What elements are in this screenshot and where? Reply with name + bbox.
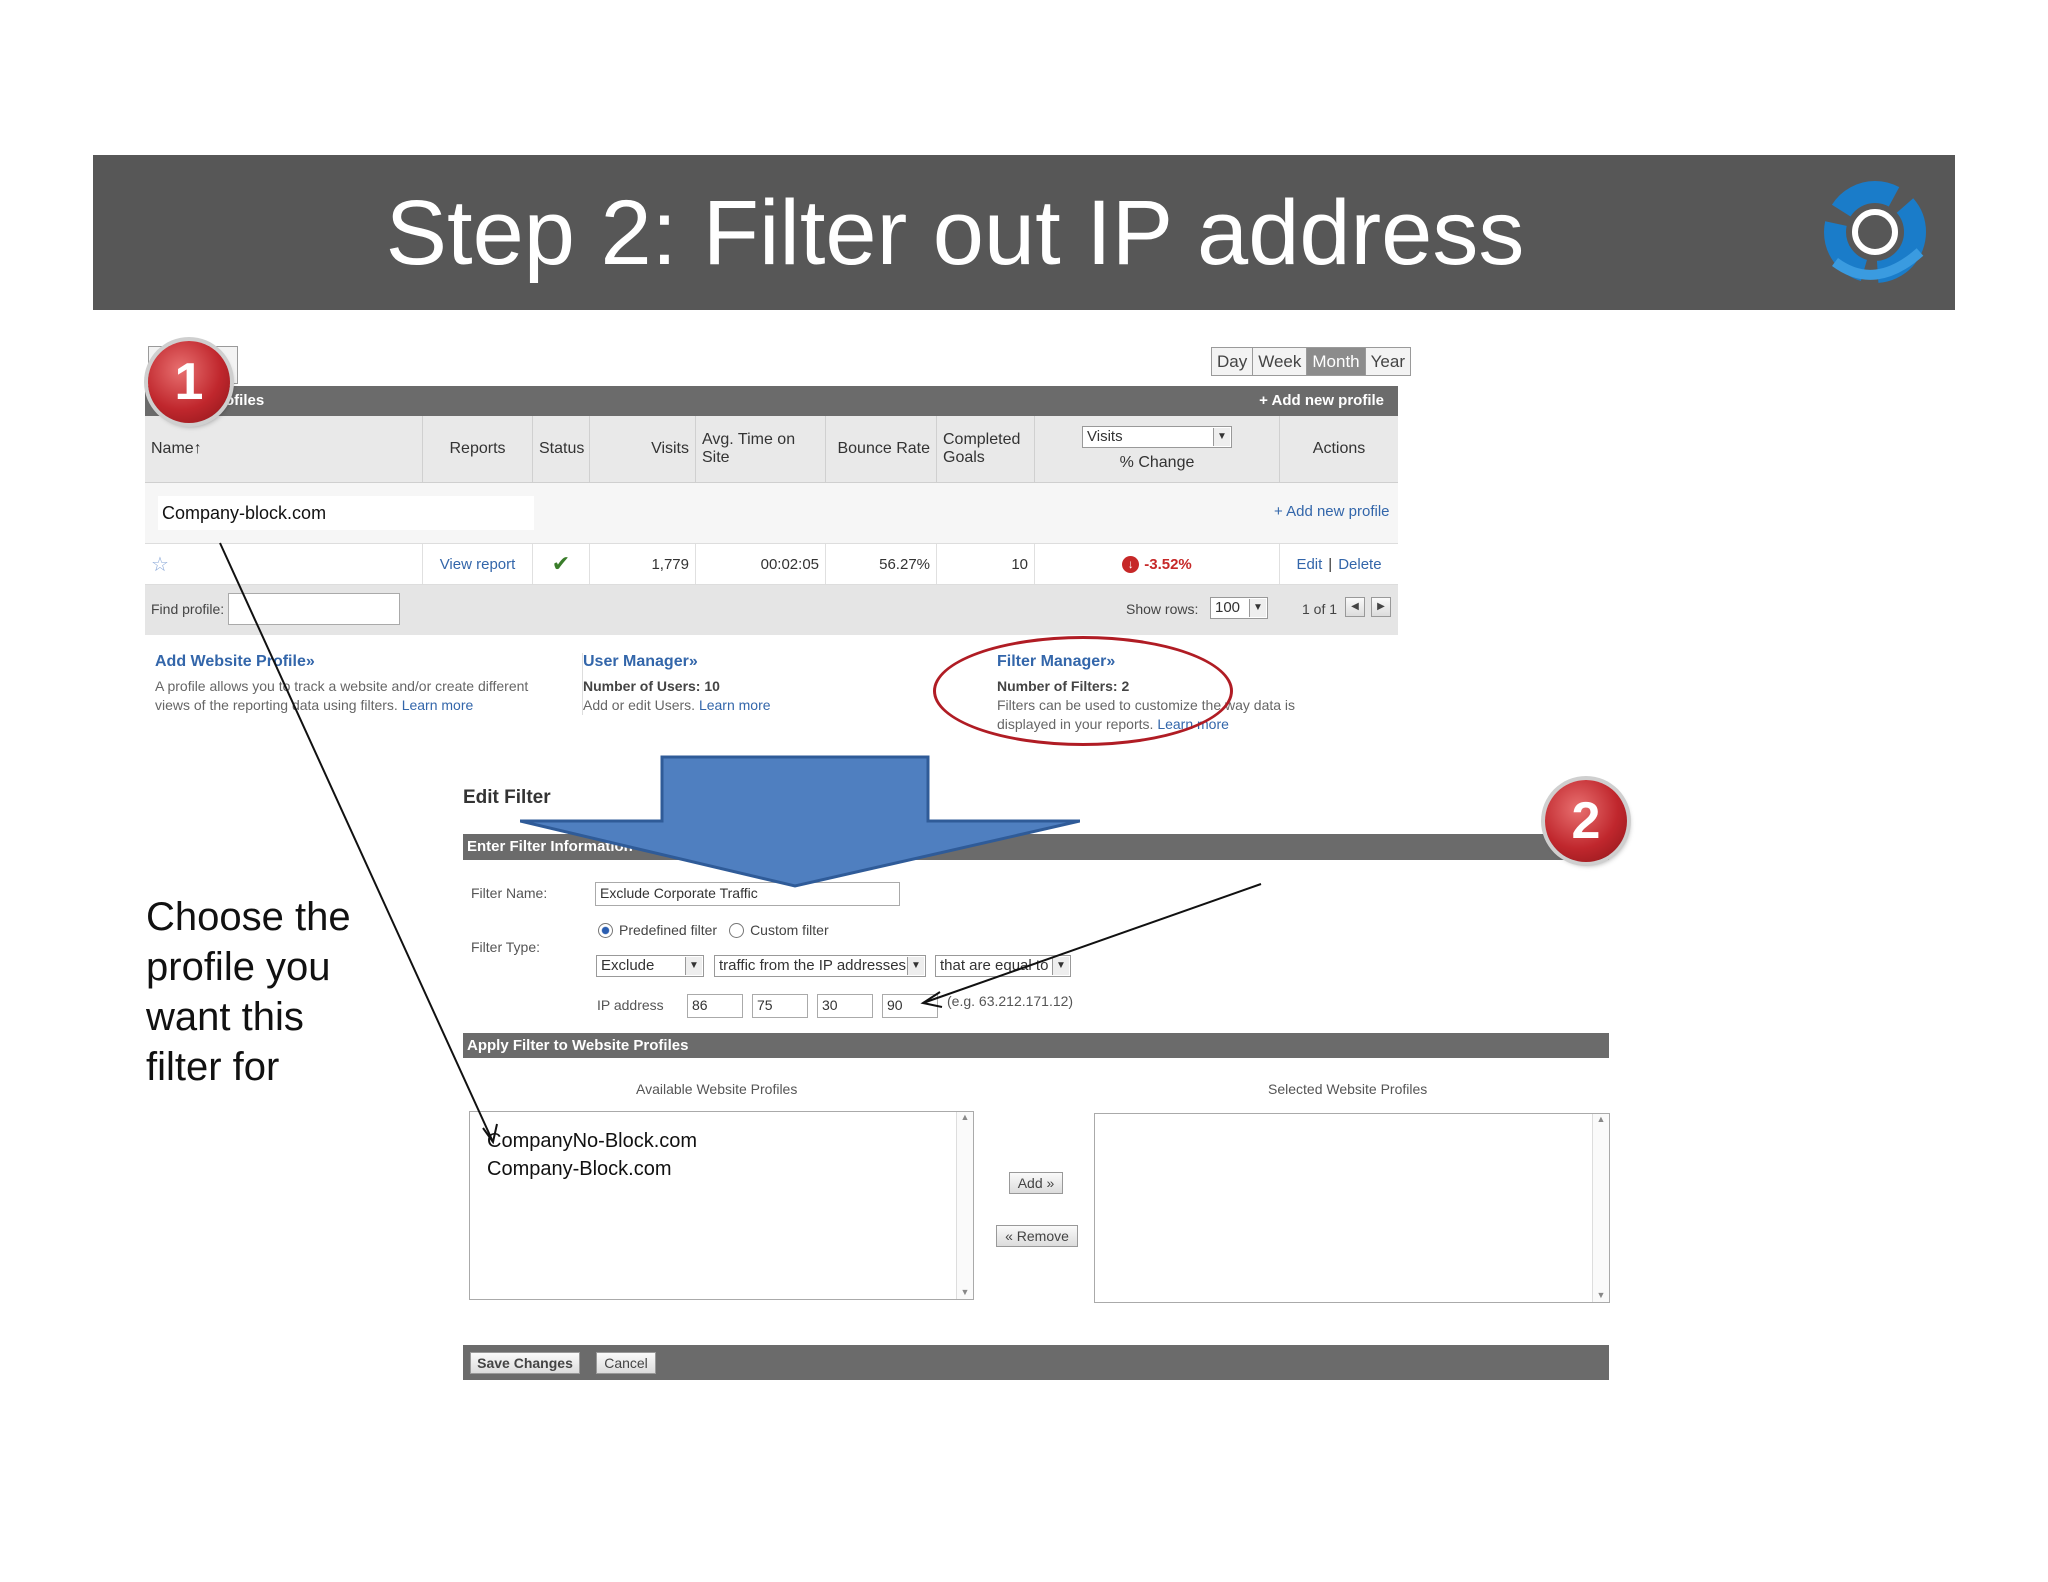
annotation-arrows	[219, 542, 1262, 1145]
annotation-text: Choose the profile you want this filter …	[146, 892, 351, 1092]
annotation-line-4: filter for	[146, 1045, 280, 1089]
annotation-line-3: want this	[146, 995, 304, 1039]
ip-pointer-line	[922, 883, 1262, 1004]
annotation-line-2: profile you	[146, 945, 331, 989]
annotation-line-1: Choose the	[146, 895, 351, 939]
